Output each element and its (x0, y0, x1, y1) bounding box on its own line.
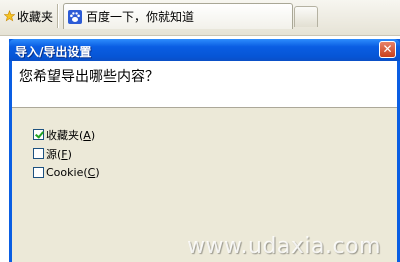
star-icon (4, 10, 15, 22)
browser-tab[interactable]: 百度一下，你就知道 (63, 3, 293, 29)
dialog-question: 您希望导出哪些内容？ (19, 69, 159, 85)
import-export-dialog: 导入/导出设置 ✕ 您希望导出哪些内容？ 收藏夹(A) 源(F) Cookie(… (9, 39, 400, 262)
close-button[interactable]: ✕ (379, 41, 396, 58)
option-favorites[interactable]: 收藏夹(A) (33, 125, 100, 144)
favorites-button[interactable]: 收藏夹 (1, 5, 53, 27)
feeds-checkbox[interactable] (33, 148, 44, 159)
cookies-checkbox[interactable] (33, 167, 44, 178)
dialog-titlebar[interactable]: 导入/导出设置 ✕ (9, 39, 400, 61)
dialog-title: 导入/导出设置 (15, 45, 92, 59)
watermark: www.udaxia.com (187, 234, 381, 259)
close-icon: ✕ (382, 42, 393, 56)
favorites-label: 收藏夹 (16, 9, 53, 24)
option-label: Cookie(C) (46, 166, 100, 179)
option-cookies[interactable]: Cookie(C) (33, 163, 100, 182)
browser-toolbar: 收藏夹 百度一下，你就知道 (0, 0, 400, 36)
export-options: 收藏夹(A) 源(F) Cookie(C) (33, 125, 100, 182)
baidu-paw-icon (68, 9, 82, 24)
dialog-body: 您希望导出哪些内容？ 收藏夹(A) 源(F) Cookie(C) www.uda… (12, 61, 397, 262)
option-label: 收藏夹(A) (46, 128, 96, 142)
dialog-header: 您希望导出哪些内容？ (12, 61, 397, 108)
favorites-checkbox[interactable] (33, 129, 44, 140)
option-label: 源(F) (46, 147, 72, 161)
option-feeds[interactable]: 源(F) (33, 144, 100, 163)
toolbar-separator (57, 4, 58, 28)
tab-title: 百度一下，你就知道 (86, 10, 195, 24)
new-tab-button[interactable] (294, 6, 318, 27)
